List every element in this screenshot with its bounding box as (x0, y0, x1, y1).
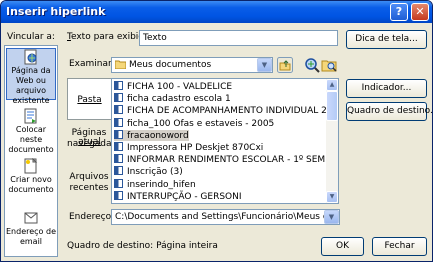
address-label: Endereço: (69, 212, 115, 222)
word-document-icon (114, 93, 123, 103)
word-document-icon (114, 81, 123, 90)
file-list-item[interactable]: Inscrição (3) (114, 166, 183, 177)
address-input[interactable]: C:\Documents and Settings\Funcionário\Me… (111, 209, 340, 225)
address-value: C:\Documents and Settings\Funcionário\Me… (115, 212, 339, 222)
nav-new-document[interactable]: Criar novo documento (6, 158, 56, 200)
up-folder-icon[interactable] (277, 57, 293, 73)
tab-browsed-pages[interactable]: Páginas navegadas (67, 128, 116, 152)
word-document-icon (114, 166, 123, 176)
link-to-label: Vincular a: (7, 32, 55, 42)
file-list[interactable]: FICHA 100 - VALDELICE ficha cadastro esco… (111, 78, 339, 204)
document-place-icon (24, 108, 37, 124)
nav-email-address[interactable]: Endereço de email (6, 210, 56, 252)
tab-recent-files[interactable]: Arquivos recentes (67, 172, 111, 196)
ok-button[interactable]: OK (321, 237, 364, 256)
close-button[interactable]: ✕ (411, 3, 429, 21)
browse-select[interactable]: Meus documentos ▼ (111, 57, 273, 73)
file-list-item[interactable]: FICHA 100 - VALDELICE (114, 81, 232, 92)
target-frame-status: Quadro de destino: Página inteira (67, 241, 218, 251)
nav-existing-file-label: Página da Web ou arquivo existente (11, 66, 51, 105)
word-document-icon (114, 142, 123, 151)
location-tabs: Pasta atual Páginas navegadas Arquivos r… (67, 78, 116, 203)
bookmark-button[interactable]: Indicador... (346, 79, 427, 98)
dialog-title: Inserir hiperlink (6, 5, 106, 18)
cancel-button[interactable]: Fechar (372, 237, 427, 256)
file-name: fracaonoword (127, 130, 189, 141)
address-dropdown-button[interactable]: ▼ (324, 210, 339, 224)
browse-value: Meus documentos (129, 60, 212, 70)
file-name: ficha_100 Ofas e estaveis - 2005 (127, 118, 275, 129)
file-list-item[interactable]: inserindo_hifen (114, 178, 196, 190)
file-name: INTERRUPÇÃO - GERSONI (127, 191, 242, 202)
scroll-thumb[interactable] (326, 91, 338, 121)
file-list-item[interactable]: fracaonoword (114, 129, 189, 141)
screen-tip-button[interactable]: Dica de tela... (346, 30, 427, 49)
nav-place-in-document[interactable]: Colocar neste documento (6, 108, 56, 154)
help-button[interactable]: ? (390, 3, 408, 21)
word-document-icon (114, 105, 123, 115)
link-to-panel: Página da Web ou arquivo existente Coloc… (4, 45, 58, 257)
file-list-item[interactable]: Impressora HP Deskjet 870Cxi (114, 142, 263, 153)
file-list-item[interactable]: ficha_100 Ofas e estaveis - 2005 (114, 117, 275, 129)
scroll-down-button[interactable]: ▼ (326, 191, 338, 203)
tab-current-folder[interactable]: Pasta atual (67, 78, 111, 147)
word-document-icon (114, 178, 123, 188)
scroll-up-button[interactable]: ▲ (326, 79, 338, 91)
word-document-icon (114, 117, 123, 127)
file-list-item[interactable]: INTERRUPÇÃO - GERSONI (114, 190, 242, 202)
new-document-icon (24, 158, 38, 174)
target-frame-button[interactable]: Quadro de destino... (346, 102, 432, 121)
file-list-item[interactable]: FICHA DE ACOMPANHAMENTO INDIVIDUAL 2008 (114, 105, 339, 117)
display-text-input[interactable]: Texto (139, 30, 338, 46)
title-bar[interactable]: Inserir hiperlink ? ✕ (1, 1, 432, 23)
file-name: Impressora HP Deskjet 870Cxi (127, 143, 264, 153)
file-list-item[interactable]: INFORMAR RENDIMENTO ESCOLAR - 1º SEM - 2… (114, 154, 339, 166)
file-name: inserindo_hifen (127, 179, 196, 190)
file-list-scrollbar[interactable]: ▲ ▼ (326, 79, 338, 203)
web-page-icon (24, 49, 37, 65)
nav-existing-file[interactable]: Página da Web ou arquivo existente (6, 48, 56, 105)
word-document-icon (114, 190, 123, 200)
browse-label: Examinar: (69, 59, 115, 69)
file-name: Inscrição (3) (127, 167, 183, 178)
email-icon (24, 212, 38, 224)
browse-dropdown-button[interactable]: ▼ (257, 58, 272, 72)
nav-email-address-label: Endereço de email (6, 227, 56, 246)
word-document-icon (114, 154, 123, 164)
file-name: INFORMAR RENDIMENTO ESCOLAR - 1º SEM - 2… (127, 155, 339, 166)
nav-new-document-label: Criar novo documento (8, 175, 54, 194)
folder-icon (115, 60, 126, 69)
nav-place-in-document-label: Colocar neste documento (8, 125, 54, 154)
file-list-item[interactable]: ficha cadastro escola 1 (114, 93, 231, 104)
insert-hyperlink-dialog: Inserir hiperlink ? ✕ Vincular a: Página… (0, 0, 433, 262)
file-name: FICHA DE ACOMPANHAMENTO INDIVIDUAL 2008 (127, 106, 339, 117)
browse-file-icon[interactable] (321, 57, 337, 73)
word-document-icon (114, 129, 123, 139)
browse-web-icon[interactable] (304, 57, 320, 73)
file-name: FICHA 100 - VALDELICE (127, 82, 233, 92)
file-name: ficha cadastro escola 1 (127, 94, 231, 105)
